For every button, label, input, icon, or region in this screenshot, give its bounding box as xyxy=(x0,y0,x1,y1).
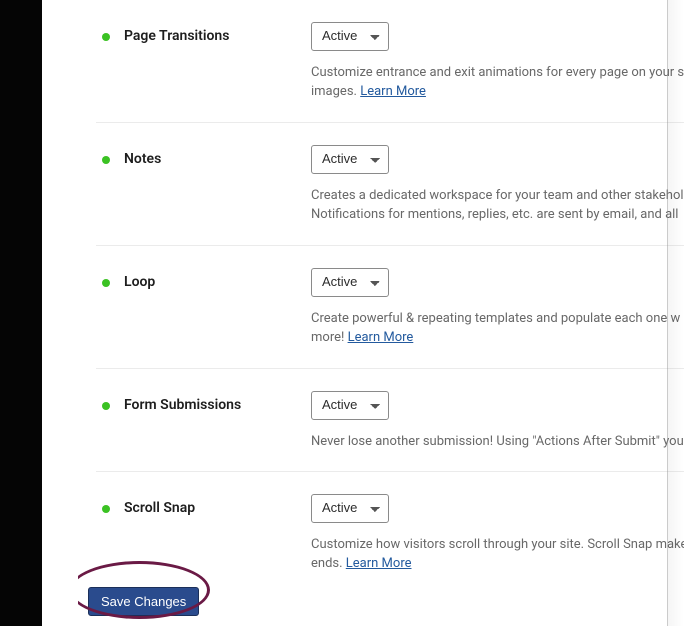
admin-sidebar xyxy=(0,0,42,626)
save-changes-button[interactable]: Save Changes xyxy=(88,587,199,616)
learn-more-link[interactable]: Learn More xyxy=(360,84,426,99)
status-select-notes[interactable]: Active xyxy=(311,145,389,174)
setting-description: Create powerful & repeating templates an… xyxy=(311,309,684,329)
gutter xyxy=(42,0,78,626)
setting-label: Scroll Snap xyxy=(124,500,195,516)
setting-row-form-submissions: Form Submissions Active Never lose anoth… xyxy=(96,369,684,472)
status-dot-icon xyxy=(102,33,110,41)
status-select-scroll-snap[interactable]: Active xyxy=(311,494,389,523)
setting-description: Notifications for mentions, replies, etc… xyxy=(311,205,684,225)
setting-label: Notes xyxy=(124,151,161,167)
setting-description: Creates a dedicated workspace for your t… xyxy=(311,186,684,206)
setting-row-page-transitions: Page Transitions Active Customize entran… xyxy=(96,0,684,123)
status-dot-icon xyxy=(102,402,110,410)
panel-shadow xyxy=(668,0,684,626)
setting-description: Customize how visitors scroll through yo… xyxy=(311,535,684,555)
setting-description: Never lose another submission! Using "Ac… xyxy=(311,432,684,452)
status-select-page-transitions[interactable]: Active xyxy=(311,22,389,51)
setting-label: Page Transitions xyxy=(124,28,229,44)
settings-panel: Page Transitions Active Customize entran… xyxy=(78,0,684,626)
setting-row-notes: Notes Active Creates a dedicated workspa… xyxy=(96,123,684,246)
setting-description: Customize entrance and exit animations f… xyxy=(311,63,684,83)
status-dot-icon xyxy=(102,279,110,287)
learn-more-link[interactable]: Learn More xyxy=(348,330,414,345)
save-region: Save Changes xyxy=(78,587,199,616)
app-frame: Page Transitions Active Customize entran… xyxy=(0,0,684,626)
setting-description: ends. Learn More xyxy=(311,554,684,574)
setting-row-loop: Loop Active Create powerful & repeating … xyxy=(96,246,684,369)
setting-description: more! Learn More xyxy=(311,328,684,348)
setting-label: Loop xyxy=(124,274,155,290)
setting-row-scroll-snap: Scroll Snap Active Customize how visitor… xyxy=(96,472,684,594)
status-dot-icon xyxy=(102,505,110,513)
setting-description: images. Learn More xyxy=(311,82,684,102)
learn-more-link[interactable]: Learn More xyxy=(346,556,412,571)
setting-label: Form Submissions xyxy=(124,397,241,413)
status-dot-icon xyxy=(102,156,110,164)
status-select-form-submissions[interactable]: Active xyxy=(311,391,389,420)
status-select-loop[interactable]: Active xyxy=(311,268,389,297)
